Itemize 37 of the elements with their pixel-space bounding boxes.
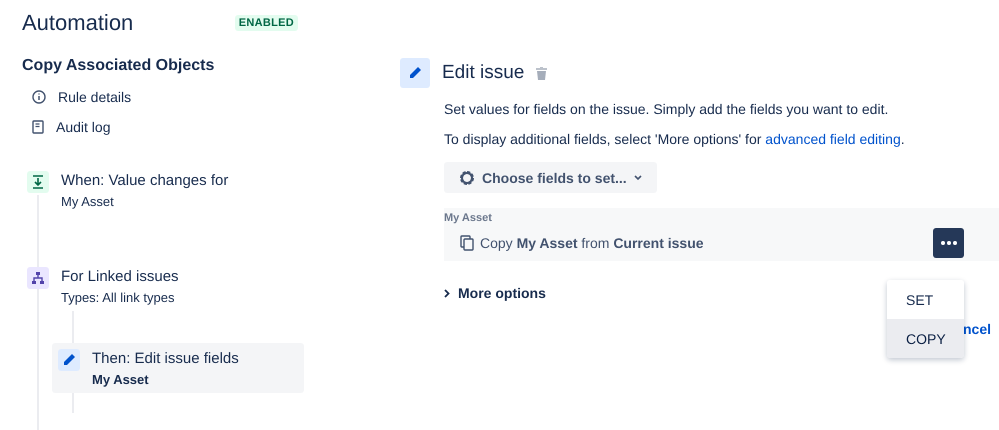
rule-step[interactable]: Then: Edit issue fields My Asset [52, 343, 304, 393]
step-title: Then: Edit issue fields [92, 349, 239, 369]
info-icon [32, 90, 46, 104]
pencil-icon [62, 353, 76, 367]
step-title: For Linked issues [61, 267, 179, 287]
menu-item[interactable]: SET [887, 280, 964, 319]
more-options-toggle[interactable]: More options [444, 285, 546, 301]
chevron-right-icon [444, 288, 450, 298]
nav-link[interactable]: Audit log [56, 119, 110, 135]
pencil-icon [408, 66, 422, 80]
rule-step[interactable]: For Linked issues Types: All link types [27, 261, 304, 311]
copy-icon [460, 235, 474, 251]
more-actions-button[interactable] [933, 228, 964, 258]
status-lozenge: ENABLED [234, 15, 298, 31]
choose-fields-button[interactable]: Choose fields to set... [444, 162, 657, 193]
rule-name: Copy Associated Objects [22, 57, 216, 75]
ellipsis-icon [940, 241, 956, 245]
cancel-link[interactable]: ncel [962, 321, 991, 337]
step-detail: My Asset [61, 194, 115, 209]
step-detail: My Asset [92, 372, 150, 387]
hint-text: To display additional fields, select 'More options' for advanced field editing. [444, 130, 906, 148]
branch-icon [31, 271, 45, 285]
chevron-down-icon [632, 174, 643, 181]
description-text: Set values for fields on the issue. Simply add the fields you want to edit. [444, 100, 890, 118]
gear-icon [458, 168, 476, 186]
step-detail: Types: All link types [61, 290, 176, 305]
trigger-icon [32, 175, 44, 189]
advanced-editing-link[interactable]: advanced field editing [765, 131, 901, 147]
menu-item[interactable]: COPY [887, 319, 964, 358]
page-title: Automation [22, 10, 134, 36]
document-icon [32, 120, 44, 134]
nav-link[interactable]: Rule details [58, 89, 132, 105]
rule-step[interactable]: When: Value changes for My Asset [27, 165, 304, 215]
field-label: My Asset [444, 212, 493, 224]
editor-title: Edit issue [442, 62, 524, 84]
field-value: Copy My Asset from Current issue [480, 235, 704, 251]
step-title: When: Value changes for [61, 171, 228, 191]
